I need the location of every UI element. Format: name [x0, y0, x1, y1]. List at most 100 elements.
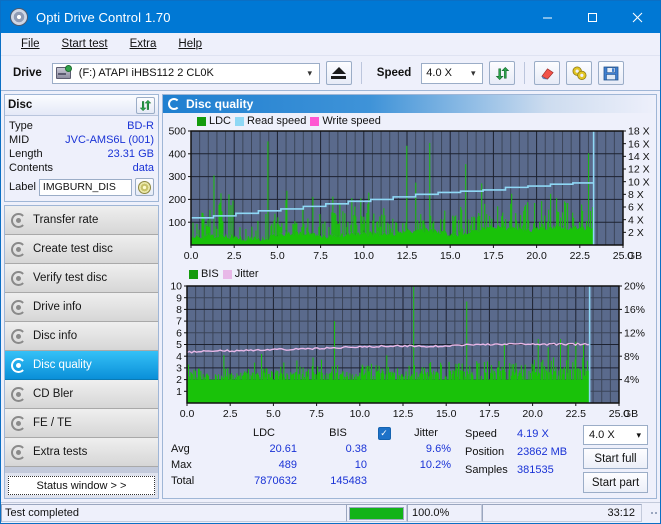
erase-button[interactable] [534, 61, 561, 85]
stats-row-max-ldc: 489 [278, 459, 297, 471]
window-controls [525, 1, 660, 33]
sidebar-item-cd-bler[interactable]: CD Bler [5, 380, 158, 409]
stats-row-avg-ldc: 20.61 [269, 443, 297, 455]
refresh-button[interactable] [489, 61, 516, 85]
stats-row-total-jitter [395, 473, 457, 489]
ldc-chart-legend: LDC Read speed Write speed [197, 115, 381, 127]
svg-text:400: 400 [168, 148, 186, 160]
stats-row-avg-key: Avg [171, 443, 190, 455]
svg-text:100: 100 [168, 217, 186, 229]
main-panel: Disc quality LDC Read speed Write speed … [162, 94, 657, 499]
eject-button[interactable] [325, 61, 352, 85]
panel-header: Disc quality [163, 95, 656, 113]
svg-text:12.5: 12.5 [397, 250, 418, 262]
stats-controls: 4.0 X ▾ Start full Start part [583, 425, 656, 498]
sidebar-item-label: Disc info [33, 330, 78, 342]
disc-verify-icon [11, 270, 26, 286]
disc-row-type: Type BD-R [9, 119, 154, 133]
svg-text:5.0: 5.0 [270, 250, 285, 262]
drive-select[interactable]: (F:) ATAPI iHBS112 2 CL0K ▾ [51, 62, 320, 84]
stats-row-max-key: Max [171, 459, 192, 471]
disc-refresh-button[interactable] [136, 96, 155, 114]
close-icon[interactable] [615, 1, 660, 33]
legend-label-jitter: Jitter [234, 268, 259, 280]
title-bar: Opti Drive Control 1.70 [1, 1, 660, 33]
disc-label-input[interactable]: IMGBURN_DIS [38, 178, 132, 196]
menu-start-test[interactable]: Start test [51, 36, 119, 52]
svg-text:8: 8 [176, 304, 182, 316]
maximize-icon[interactable] [570, 1, 615, 33]
svg-text:3: 3 [176, 363, 182, 375]
svg-text:16%: 16% [624, 304, 645, 316]
svg-text:12%: 12% [624, 327, 645, 339]
svg-text:15.0: 15.0 [440, 250, 461, 262]
app-icon [10, 8, 28, 26]
resize-grip-icon[interactable] [642, 511, 660, 516]
start-part-button[interactable]: Start part [583, 472, 648, 493]
menu-extra[interactable]: Extra [119, 36, 168, 52]
svg-text:10 X: 10 X [628, 176, 650, 188]
sidebar-item-label: Create test disc [33, 243, 113, 255]
toolbar: Drive (F:) ATAPI iHBS112 2 CL0K ▾ Speed … [1, 56, 660, 91]
menu-file[interactable]: File [10, 36, 51, 52]
sidebar-item-extra-tests[interactable]: Extra tests [5, 438, 158, 467]
minimize-icon[interactable] [525, 1, 570, 33]
disc-transfer-icon [11, 212, 26, 228]
sidebar: Disc Type BD-R MID JVC-AMS6L (001) Lengt… [4, 94, 159, 499]
disc-row-mid-key: MID [9, 134, 30, 146]
stats-spacer-avg [373, 441, 395, 457]
cd-icon-button[interactable] [135, 178, 154, 196]
svg-text:500: 500 [168, 126, 186, 138]
svg-text:10.0: 10.0 [350, 408, 371, 420]
toolbar-divider-1 [360, 62, 362, 84]
bis-plot[interactable]: 12345678910 4% 8% 12% 16% 20% 0.0 2.5 5.0 7.5 10.0… [163, 264, 659, 421]
svg-text:5: 5 [176, 339, 182, 351]
stats-row-avg-bis: 0.38 [345, 443, 367, 455]
disc-label-key: Label [9, 181, 36, 193]
legend-write-speed: Write speed [310, 115, 381, 127]
chevron-down-icon: ▾ [471, 67, 476, 78]
sidebar-item-verify-test-disc[interactable]: Verify test disc [5, 264, 158, 293]
progress-track [349, 506, 404, 520]
svg-text:2 X: 2 X [628, 227, 644, 239]
sidebar-item-drive-info[interactable]: Drive info [5, 293, 158, 322]
sidebar-item-transfer-rate[interactable]: Transfer rate [5, 206, 158, 235]
save-button[interactable] [598, 61, 625, 85]
stats-row-total-key: Total [171, 475, 195, 487]
stats-row-total-ldc: 7870632 [254, 475, 297, 487]
stats-row-max-jitter: 10.2% [419, 459, 451, 471]
refresh-icon [495, 66, 510, 80]
legend-label-read-speed: Read speed [247, 115, 307, 127]
disc-fete-icon [11, 415, 26, 431]
menu-help[interactable]: Help [167, 36, 213, 52]
svg-text:2: 2 [176, 374, 182, 386]
svg-text:20%: 20% [624, 281, 645, 293]
ldc-plot[interactable]: 1002003004005002 X4 X6 X8 X10 X12 X14 X1… [163, 115, 659, 263]
stats-right: Speed 4.19 X Position 23862 MB Samples 3… [463, 425, 656, 498]
sidebar-item-create-test-disc[interactable]: Create test disc [5, 235, 158, 264]
stats-readouts: Speed 4.19 X Position 23862 MB Samples 3… [465, 425, 583, 498]
legend-read-speed: Read speed [235, 115, 306, 127]
settings-button[interactable] [566, 61, 593, 85]
sidebar-item-label: Extra tests [33, 446, 88, 458]
drive-icon [55, 65, 72, 79]
disc-bler-icon [11, 386, 26, 402]
stats-header-bis: BIS [329, 427, 347, 439]
start-full-button[interactable]: Start full [583, 448, 648, 469]
svg-text:7.5: 7.5 [313, 250, 328, 262]
svg-text:2.5: 2.5 [223, 408, 238, 420]
legend-bis: BIS [189, 268, 219, 280]
sidebar-item-disc-quality[interactable]: Disc quality [5, 351, 158, 380]
svg-text:14 X: 14 X [628, 151, 650, 163]
svg-text:9: 9 [176, 292, 182, 304]
svg-text:GB: GB [623, 408, 638, 420]
jitter-checkbox[interactable]: ✓ [373, 425, 395, 441]
speed-select[interactable]: 4.0 X ▾ [421, 62, 484, 84]
svg-text:4 X: 4 X [628, 214, 644, 226]
sidebar-item-fe-te[interactable]: FE / TE [5, 409, 158, 438]
app-body: Disc Type BD-R MID JVC-AMS6L (001) Lengt… [1, 91, 660, 502]
status-window-button[interactable]: Status window > > [8, 476, 155, 495]
test-speed-select[interactable]: 4.0 X ▾ [583, 425, 648, 445]
disc-create-icon [11, 241, 26, 257]
sidebar-item-disc-info[interactable]: Disc info [5, 322, 158, 351]
